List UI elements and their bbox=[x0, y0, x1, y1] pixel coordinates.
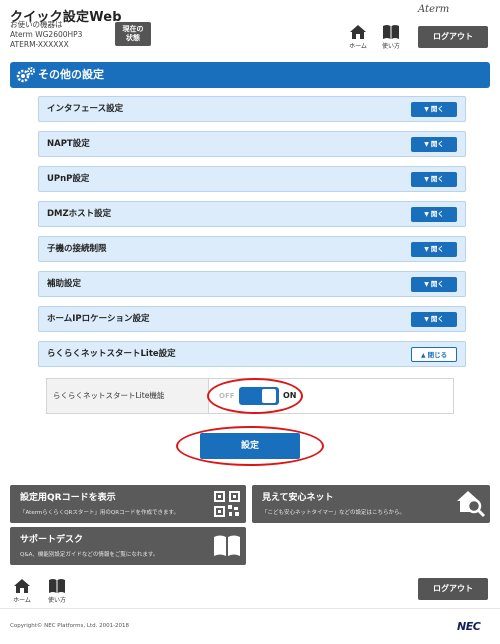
header-guide-button[interactable]: 使い方 bbox=[379, 24, 403, 50]
accordion-label: ホームIPロケーション設定 bbox=[47, 314, 150, 324]
aterm-logo: Aterm bbox=[418, 4, 450, 15]
section-title-bar: その他の設定 bbox=[10, 62, 490, 88]
toggle-knob[interactable] bbox=[262, 389, 276, 403]
copyright-text: Copyright© NEC Platforms, Ltd. 2001-2018 bbox=[10, 623, 130, 629]
chevron-down-icon: ▼ bbox=[424, 246, 429, 253]
current-status-button[interactable]: 現在の 状態 bbox=[115, 22, 151, 46]
device-model: Aterm WG2600HP3 bbox=[10, 30, 83, 39]
accordion-row-auxiliary[interactable]: 補助設定 ▼ 開く bbox=[38, 271, 466, 297]
accordion-row-interface[interactable]: インタフェース設定 ▼ 開く bbox=[38, 96, 466, 122]
header: クイック設定Web お使いの機器は Aterm WG2600HP3 ATERM-… bbox=[0, 0, 500, 58]
open-button[interactable]: ▼ 開く bbox=[411, 172, 457, 187]
nec-logo: NEC bbox=[457, 620, 481, 633]
chevron-down-icon: ▼ bbox=[424, 281, 429, 288]
footer-divider bbox=[0, 608, 500, 609]
netstart-lite-toggle[interactable] bbox=[239, 387, 279, 405]
open-button-label: 開く bbox=[430, 315, 444, 323]
accordion-row-dmz[interactable]: DMZホスト設定 ▼ 開く bbox=[38, 201, 466, 227]
accordion-label: UPnP設定 bbox=[47, 174, 90, 184]
netstart-lite-setting-panel: らくらくネットスタートLite機能 OFF ON bbox=[46, 378, 454, 414]
current-status-line2: 状態 bbox=[126, 34, 140, 42]
accordion-row-napt[interactable]: NAPT設定 ▼ 開く bbox=[38, 131, 466, 157]
support-desk-card[interactable]: サポートデスク Q&A、機能別設定ガイドなどの情報をご覧になれます。 bbox=[10, 527, 246, 565]
header-logout-button[interactable]: ログアウト bbox=[418, 26, 488, 48]
header-guide-label: 使い方 bbox=[381, 43, 400, 50]
footer-logout-button[interactable]: ログアウト bbox=[418, 578, 488, 600]
chevron-up-icon: ▲ bbox=[420, 352, 426, 359]
accordion-label: 補助設定 bbox=[47, 279, 82, 289]
qr-code-icon bbox=[214, 491, 240, 517]
open-button[interactable]: ▼ 開く bbox=[411, 137, 457, 152]
support-card-title: サポートデスク bbox=[20, 535, 84, 545]
netstart-lite-function-label: らくらくネットスタートLite機能 bbox=[47, 379, 209, 413]
book-icon bbox=[49, 579, 65, 593]
accordion-row-client-limit[interactable]: 子機の接続制限 ▼ 開く bbox=[38, 236, 466, 262]
open-button[interactable]: ▼ 開く bbox=[411, 207, 457, 222]
accordion-row-netstart-lite[interactable]: らくらくネットスタートLite設定 ▲ 閉じる bbox=[38, 341, 466, 367]
close-button-label: 閉じる bbox=[427, 351, 448, 359]
open-button[interactable]: ▼ 開く bbox=[411, 102, 457, 117]
chevron-down-icon: ▼ bbox=[424, 316, 429, 323]
safety-net-card[interactable]: 見えて安心ネット 「こども安心ネットタイマー」などの設定はこちらから。 bbox=[252, 485, 490, 523]
accordion-label: NAPT設定 bbox=[47, 139, 90, 149]
header-home-label: ホーム bbox=[349, 43, 367, 50]
accordion-label: らくらくネットスタートLite設定 bbox=[47, 349, 176, 359]
chevron-down-icon: ▼ bbox=[424, 176, 429, 183]
chevron-down-icon: ▼ bbox=[424, 106, 429, 113]
footer-home-label: ホーム bbox=[13, 597, 31, 604]
accordion-row-upnp[interactable]: UPnP設定 ▼ 開く bbox=[38, 166, 466, 192]
toggle-on-label[interactable]: ON bbox=[283, 379, 297, 413]
home-search-icon bbox=[457, 491, 486, 518]
qr-card-subtitle: 「AtermらくらくQRスタート」用のQRコードを作成できます。 bbox=[20, 510, 179, 516]
open-button[interactable]: ▼ 開く bbox=[411, 312, 457, 327]
accordion-label: 子機の接続制限 bbox=[47, 244, 107, 254]
footer-guide-label: 使い方 bbox=[47, 597, 66, 604]
qr-card-title: 設定用QRコードを表示 bbox=[20, 493, 116, 503]
chevron-down-icon: ▼ bbox=[424, 141, 429, 148]
gears-icon bbox=[16, 67, 35, 83]
open-button-label: 開く bbox=[430, 140, 444, 148]
header-home-button[interactable]: ホーム bbox=[346, 24, 370, 50]
open-button-label: 開く bbox=[430, 210, 444, 218]
open-button-label: 開く bbox=[430, 175, 444, 183]
home-icon bbox=[350, 25, 366, 39]
open-button-label: 開く bbox=[430, 105, 444, 113]
section-title: その他の設定 bbox=[38, 68, 104, 81]
book-icon bbox=[383, 25, 399, 39]
open-button-label: 開く bbox=[430, 245, 444, 253]
device-info-label: お使いの機器は bbox=[10, 20, 63, 29]
accordion-row-home-ip-location[interactable]: ホームIPロケーション設定 ▼ 開く bbox=[38, 306, 466, 332]
open-button[interactable]: ▼ 開く bbox=[411, 242, 457, 257]
toggle-off-label[interactable]: OFF bbox=[219, 379, 235, 413]
accordion-label: DMZホスト設定 bbox=[47, 209, 112, 219]
accordion-label: インタフェース設定 bbox=[47, 104, 124, 114]
footer-home-button[interactable]: ホーム bbox=[10, 578, 34, 604]
support-card-subtitle: Q&A、機能別設定ガイドなどの情報をご覧になれます。 bbox=[20, 552, 159, 558]
device-id: ATERM-XXXXXX bbox=[10, 40, 69, 49]
book-icon bbox=[214, 535, 240, 556]
qr-code-card[interactable]: 設定用QRコードを表示 「AtermらくらくQRスタート」用のQRコードを作成で… bbox=[10, 485, 246, 523]
open-button-label: 開く bbox=[430, 280, 444, 288]
footer-guide-button[interactable]: 使い方 bbox=[45, 578, 69, 604]
current-status-line1: 現在の bbox=[122, 25, 144, 33]
apply-settings-button[interactable]: 設定 bbox=[200, 433, 300, 459]
safety-card-title: 見えて安心ネット bbox=[262, 493, 334, 503]
home-icon bbox=[14, 579, 30, 593]
safety-card-subtitle: 「こども安心ネットタイマー」などの設定はこちらから。 bbox=[262, 510, 406, 516]
open-button[interactable]: ▼ 開く bbox=[411, 277, 457, 292]
chevron-down-icon: ▼ bbox=[424, 211, 429, 218]
close-button[interactable]: ▲ 閉じる bbox=[411, 347, 457, 362]
